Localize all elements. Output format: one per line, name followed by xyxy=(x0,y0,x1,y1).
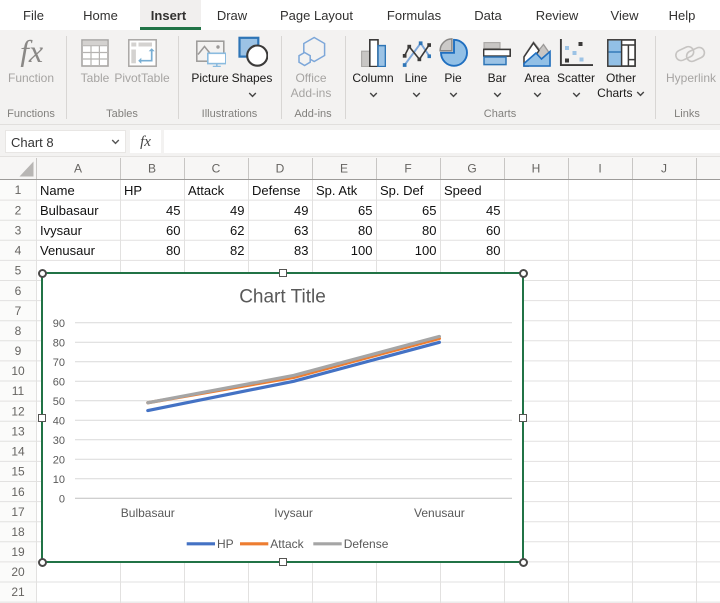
svg-text:60: 60 xyxy=(486,223,500,238)
svg-text:10: 10 xyxy=(11,364,25,378)
svg-text:F: F xyxy=(404,162,411,176)
svg-text:21: 21 xyxy=(11,585,25,599)
svg-text:14: 14 xyxy=(11,445,25,459)
svg-text:I: I xyxy=(598,162,601,176)
svg-text:8: 8 xyxy=(15,324,22,338)
svg-text:82: 82 xyxy=(230,243,244,258)
svg-text:1: 1 xyxy=(15,183,22,197)
svg-text:3: 3 xyxy=(15,223,22,237)
svg-text:100: 100 xyxy=(351,243,373,258)
svg-text:0: 0 xyxy=(59,493,65,505)
svg-text:80: 80 xyxy=(53,337,65,349)
svg-text:J: J xyxy=(661,162,667,176)
svg-text:Defense: Defense xyxy=(252,183,300,198)
svg-text:C: C xyxy=(212,162,221,176)
svg-text:G: G xyxy=(467,162,476,176)
svg-text:15: 15 xyxy=(11,465,25,479)
svg-text:17: 17 xyxy=(11,505,25,519)
svg-text:6: 6 xyxy=(15,284,22,298)
svg-text:A: A xyxy=(74,162,82,176)
svg-text:fx: fx xyxy=(20,35,43,67)
svg-text:Attack: Attack xyxy=(270,537,304,551)
svg-text:Venusaur: Venusaur xyxy=(414,506,465,520)
svg-text:11: 11 xyxy=(12,384,25,398)
svg-text:65: 65 xyxy=(358,203,372,218)
svg-text:Ivysaur: Ivysaur xyxy=(40,223,83,238)
svg-text:Speed: Speed xyxy=(444,183,482,198)
svg-text:45: 45 xyxy=(486,203,500,218)
svg-text:45: 45 xyxy=(166,203,180,218)
svg-text:Venusaur: Venusaur xyxy=(40,243,96,258)
svg-text:40: 40 xyxy=(53,415,65,427)
svg-text:20: 20 xyxy=(53,454,65,466)
svg-text:H: H xyxy=(532,162,541,176)
svg-text:50: 50 xyxy=(53,396,65,408)
svg-text:Name: Name xyxy=(40,183,75,198)
svg-text:Ivysaur: Ivysaur xyxy=(274,506,313,520)
svg-text:B: B xyxy=(148,162,156,176)
svg-text:65: 65 xyxy=(422,203,436,218)
svg-text:4: 4 xyxy=(15,244,22,258)
svg-text:49: 49 xyxy=(230,203,244,218)
svg-text:Sp. Def: Sp. Def xyxy=(380,183,424,198)
svg-text:HP: HP xyxy=(124,183,142,198)
svg-text:5: 5 xyxy=(15,264,22,278)
svg-text:70: 70 xyxy=(53,357,65,369)
svg-text:80: 80 xyxy=(486,243,500,258)
svg-text:10: 10 xyxy=(53,474,65,486)
svg-text:30: 30 xyxy=(53,435,65,447)
svg-text:9: 9 xyxy=(15,344,22,358)
svg-text:Sp. Atk: Sp. Atk xyxy=(316,183,358,198)
svg-text:2: 2 xyxy=(15,203,22,217)
svg-text:16: 16 xyxy=(11,485,25,499)
svg-text:13: 13 xyxy=(11,425,25,439)
svg-text:90: 90 xyxy=(53,318,65,330)
svg-text:20: 20 xyxy=(11,565,25,579)
svg-text:100: 100 xyxy=(415,243,437,258)
svg-text:Bulbasaur: Bulbasaur xyxy=(121,506,175,520)
svg-text:62: 62 xyxy=(230,223,244,238)
svg-text:7: 7 xyxy=(15,304,22,318)
svg-text:60: 60 xyxy=(166,223,180,238)
svg-text:19: 19 xyxy=(11,545,25,559)
svg-text:Bulbasaur: Bulbasaur xyxy=(40,203,99,218)
svg-text:80: 80 xyxy=(422,223,436,238)
svg-text:80: 80 xyxy=(358,223,372,238)
svg-text:HP: HP xyxy=(217,537,234,551)
svg-text:D: D xyxy=(276,162,285,176)
svg-text:Defense: Defense xyxy=(344,537,389,551)
svg-text:83: 83 xyxy=(294,243,308,258)
svg-text:80: 80 xyxy=(166,243,180,258)
svg-text:49: 49 xyxy=(294,203,308,218)
svg-text:63: 63 xyxy=(294,223,308,238)
svg-text:60: 60 xyxy=(53,376,65,388)
svg-text:18: 18 xyxy=(11,525,25,539)
svg-text:Attack: Attack xyxy=(188,183,225,198)
svg-text:12: 12 xyxy=(11,404,25,418)
svg-text:E: E xyxy=(340,162,348,176)
svg-text:Chart Title: Chart Title xyxy=(239,287,326,308)
